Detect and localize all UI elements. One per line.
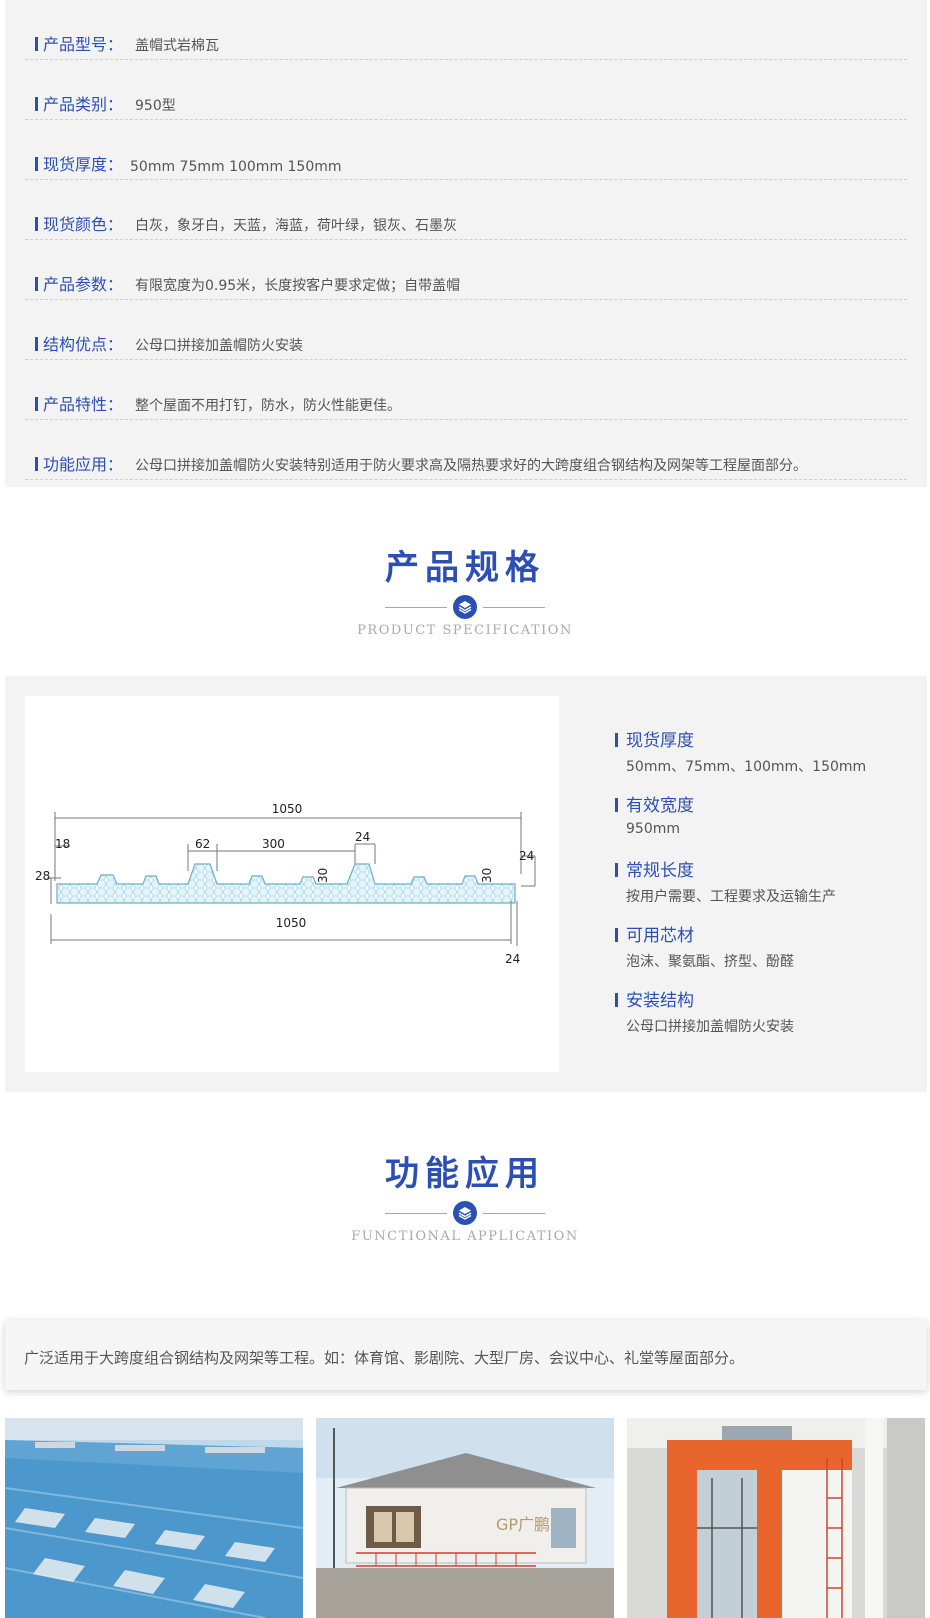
dim-24-bottom: 24	[505, 952, 520, 966]
param-label: 产品型号：	[43, 35, 124, 54]
application-description: 广泛适用于大跨度组合钢结构及网架等工程。如：体育馆、影剧院、大型厂房、会议中心、…	[5, 1320, 927, 1390]
house-sign: GP广鹏	[496, 1515, 550, 1534]
spec-prop-width: 有效宽度 950mm	[615, 791, 915, 856]
dim-24-right: 24	[519, 849, 534, 863]
param-row-structure: 结构优点： 公母口拼接加盖帽防火安装	[25, 300, 907, 360]
photo-workshop	[627, 1418, 925, 1618]
spec-prop-value: 950mm	[626, 821, 680, 837]
dim-300: 300	[262, 837, 285, 851]
bullet-bar	[35, 97, 38, 111]
panel-profile-diagram: 1050 18 62 300 24 24 28 1050 24 30 30	[25, 696, 559, 1072]
bullet-bar	[615, 863, 618, 877]
spec-prop-label: 安装结构	[626, 991, 694, 1011]
app-title: 功能应用	[385, 1154, 545, 1194]
param-label: 产品参数：	[43, 275, 124, 294]
param-value: 白灰，象牙白，天蓝，海蓝，荷叶绿，银灰、石墨灰	[135, 218, 457, 234]
heading-divider	[385, 595, 545, 619]
param-row-model: 产品型号： 盖帽式岩棉瓦	[25, 0, 907, 60]
param-value: 公母口拼接加盖帽防火安装	[135, 338, 303, 354]
param-value: 盖帽式岩棉瓦	[135, 38, 219, 54]
dim-24-top: 24	[355, 830, 370, 844]
param-row-features: 产品特性： 整个屋面不用打钉，防水，防火性能更佳。	[25, 360, 907, 420]
param-value: 950型	[135, 98, 176, 114]
param-label: 现货厚度：	[43, 155, 124, 174]
spec-prop-label: 现货厚度	[626, 731, 694, 751]
param-row-category: 产品类别： 950型	[25, 60, 907, 120]
layers-icon	[453, 1201, 477, 1225]
photo-house: GP广鹏	[316, 1418, 614, 1618]
profile-drawing: 1050 18 62 300 24 24 28 1050 24 30 30	[35, 802, 536, 966]
param-label: 结构优点：	[43, 335, 124, 354]
dim-30-b: 30	[480, 868, 494, 883]
divider-line	[385, 1213, 447, 1214]
spec-prop-value: 50mm、75mm、100mm、150mm	[626, 759, 867, 775]
param-value: 整个屋面不用打钉，防水，防火性能更佳。	[135, 398, 401, 414]
bullet-bar	[35, 157, 38, 171]
spec-prop-length: 常规长度 按用户需要、工程要求及运输生产	[615, 856, 915, 921]
app-subtitle: FUNCTIONAL APPLICATION	[351, 1229, 579, 1244]
param-label: 功能应用：	[43, 455, 124, 474]
spec-prop-label: 常规长度	[626, 861, 694, 881]
bullet-bar	[35, 457, 38, 471]
spec-title: 产品规格	[385, 548, 545, 588]
bullet-bar	[615, 993, 618, 1007]
param-row-application: 功能应用： 公母口拼接加盖帽防火安装特别适用于防火要求高及隔热要求好的大跨度组合…	[25, 420, 907, 480]
param-row-parameters: 产品参数： 有限宽度为0.95米，长度按客户要求定做；自带盖帽	[25, 240, 907, 300]
spec-properties: 现货厚度 50mm、75mm、100mm、150mm 有效宽度 950mm 常规…	[615, 726, 915, 1051]
bullet-bar	[35, 397, 38, 411]
divider-line	[483, 607, 545, 608]
divider-line	[483, 1213, 545, 1214]
bullet-bar	[35, 37, 38, 51]
spec-prop-value: 公母口拼接加盖帽防火安装	[626, 1019, 794, 1035]
bullet-bar	[615, 798, 618, 812]
spec-prop-value: 泡沫、聚氨酯、挤型、酚醛	[626, 954, 794, 970]
dim-bottom-width: 1050	[276, 916, 307, 930]
param-row-colors: 现货颜色： 白灰，象牙白，天蓝，海蓝，荷叶绿，银灰、石墨灰	[25, 180, 907, 240]
param-label: 现货颜色：	[43, 215, 124, 234]
application-text: 广泛适用于大跨度组合钢结构及网架等工程。如：体育馆、影剧院、大型厂房、会议中心、…	[24, 1349, 745, 1367]
divider-line	[385, 607, 447, 608]
spec-prop-thickness: 现货厚度 50mm、75mm、100mm、150mm	[615, 726, 915, 791]
dim-28: 28	[35, 869, 50, 883]
product-parameters: 产品型号： 盖帽式岩棉瓦 产品类别： 950型 现货厚度： 50mm 75mm …	[5, 0, 927, 487]
spec-prop-core: 可用芯材 泡沫、聚氨酯、挤型、酚醛	[615, 921, 915, 986]
param-value: 有限宽度为0.95米，长度按客户要求定做；自带盖帽	[135, 278, 461, 294]
spec-block: 1050 18 62 300 24 24 28 1050 24 30 30 现货…	[5, 676, 927, 1092]
dim-18: 18	[55, 837, 70, 851]
param-value: 50mm 75mm 100mm 150mm	[130, 159, 342, 175]
product-detail-page: 产品型号： 盖帽式岩棉瓦 产品类别： 950型 现货厚度： 50mm 75mm …	[0, 0, 930, 1618]
spec-prop-label: 有效宽度	[626, 796, 694, 816]
spec-heading: 产品规格 PRODUCT SPECIFICATION	[0, 540, 930, 638]
app-heading: 功能应用 FUNCTIONAL APPLICATION	[0, 1146, 930, 1244]
bullet-bar	[615, 733, 618, 747]
dim-top-width: 1050	[272, 802, 303, 816]
spec-subtitle: PRODUCT SPECIFICATION	[357, 623, 573, 638]
spec-prop-install: 安装结构 公母口拼接加盖帽防火安装	[615, 986, 915, 1051]
spec-prop-value: 按用户需要、工程要求及运输生产	[626, 889, 836, 905]
param-label: 产品类别：	[43, 95, 124, 114]
spec-prop-label: 可用芯材	[626, 926, 694, 946]
bullet-bar	[35, 217, 38, 231]
dim-30-a: 30	[316, 868, 330, 883]
bullet-bar	[35, 277, 38, 291]
bullet-bar	[35, 337, 38, 351]
param-label: 产品特性：	[43, 395, 124, 414]
layers-icon	[453, 595, 477, 619]
param-value: 公母口拼接加盖帽防火安装特别适用于防火要求高及隔热要求好的大跨度组合钢结构及网架…	[135, 458, 807, 474]
bullet-bar	[615, 928, 618, 942]
dim-62: 62	[195, 837, 210, 851]
photo-factory-roof	[5, 1418, 303, 1618]
heading-divider	[385, 1201, 545, 1225]
param-row-thickness: 现货厚度： 50mm 75mm 100mm 150mm	[25, 120, 907, 180]
